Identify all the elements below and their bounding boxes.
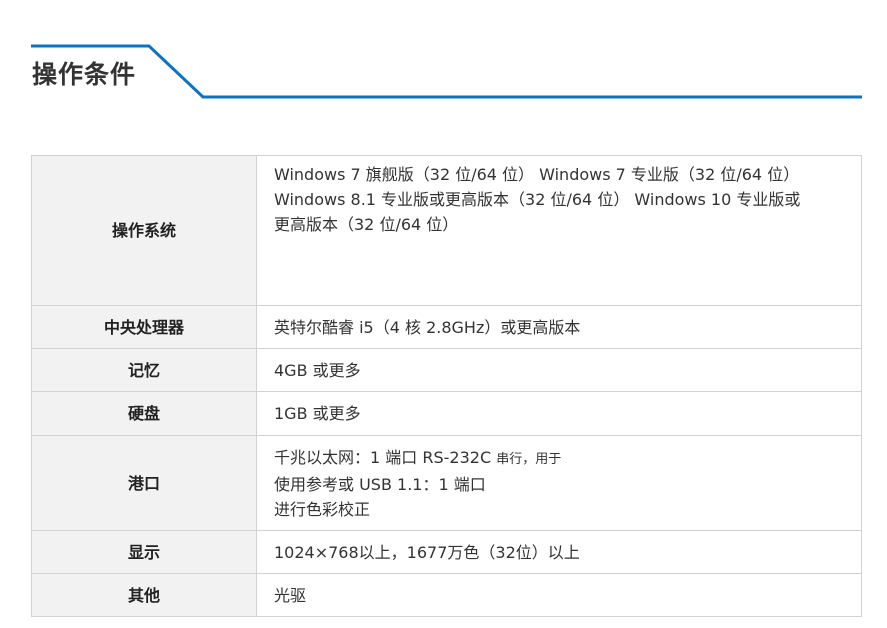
heading-underline-graphic: [31, 44, 862, 99]
display-value-line-1: 1024×768以上，1677万色（32位）以上: [274, 542, 580, 562]
cpu-label: 中央处理器: [31, 305, 257, 349]
os-value: Windows 7 旗舰版（32 位/64 位） Windows 7 专业版（3…: [256, 155, 862, 306]
ports-value: 千兆以太网：1 端口 RS-232C 串行，用于 使用参考或 USB 1.1：1…: [256, 435, 862, 531]
storage-value-line-1: 1GB 或更多: [274, 404, 361, 423]
os-value-line-3: 更高版本（32 位/64 位）: [274, 215, 459, 234]
table-row-storage: 硬盘 1GB 或更多: [31, 391, 862, 436]
memory-label: 记忆: [31, 348, 257, 392]
table-row-display: 显示 1024×768以上，1677万色（32位）以上: [31, 530, 862, 574]
cpu-value: 英特尔酷睿 i5（4 核 2.8GHz）或更高版本: [256, 305, 862, 349]
table-row-ports: 港口 千兆以太网：1 端口 RS-232C 串行，用于 使用参考或 USB 1.…: [31, 435, 862, 531]
memory-value-line-1: 4GB 或更多: [274, 360, 361, 380]
os-label: 操作系统: [31, 155, 257, 306]
section-title: 操作条件: [32, 60, 137, 89]
cpu-value-line-1: 英特尔酷睿 i5（4 核 2.8GHz）或更高版本: [274, 317, 581, 337]
table-row-cpu: 中央处理器 英特尔酷睿 i5（4 核 2.8GHz）或更高版本: [31, 305, 862, 349]
ports-value-line-1-small: 串行，用于: [496, 451, 562, 467]
ports-value-line-3: 进行色彩校正: [274, 499, 371, 519]
heading-accent-line: [31, 44, 862, 99]
ports-value-line-1: 千兆以太网：1 端口 RS-232C 串行，用于: [274, 445, 847, 472]
storage-value: 1GB 或更多: [256, 391, 862, 436]
os-value-line-2: Windows 8.1 专业版或更高版本（32 位/64 位） Windows …: [274, 190, 801, 209]
table-row-other: 其他 光驱: [31, 573, 862, 617]
specifications-table: 操作系统 Windows 7 旗舰版（32 位/64 位） Windows 7 …: [31, 155, 862, 617]
other-value-line-1: 光驱: [274, 585, 307, 605]
display-value: 1024×768以上，1677万色（32位）以上: [256, 530, 862, 574]
memory-value: 4GB 或更多: [256, 348, 862, 392]
storage-label: 硬盘: [31, 391, 257, 436]
display-label: 显示: [31, 530, 257, 574]
section-heading: 操作条件: [31, 40, 863, 100]
table-row-memory: 记忆 4GB 或更多: [31, 348, 862, 392]
ports-label: 港口: [31, 435, 257, 531]
os-value-line-1: Windows 7 旗舰版（32 位/64 位） Windows 7 专业版（3…: [274, 165, 800, 184]
ports-value-line-2: 使用参考或 USB 1.1：1 端口: [274, 474, 486, 494]
other-label: 其他: [31, 573, 257, 617]
ports-value-line-1-main: 千兆以太网：1 端口 RS-232C: [274, 447, 497, 467]
table-row-os: 操作系统 Windows 7 旗舰版（32 位/64 位） Windows 7 …: [31, 155, 862, 306]
other-value: 光驱: [256, 573, 862, 617]
